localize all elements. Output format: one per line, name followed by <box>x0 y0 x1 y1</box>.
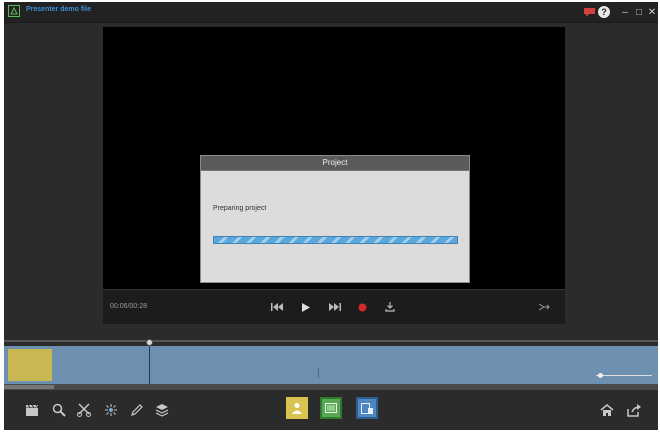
presenter-mode-button[interactable] <box>286 397 308 419</box>
progress-bar <box>213 236 458 244</box>
bottom-toolbar <box>4 390 658 430</box>
download-icon[interactable] <box>384 301 396 313</box>
dialog-message: Preparing project <box>213 205 267 212</box>
skip-back-button[interactable] <box>271 301 283 313</box>
timeline-zoom-slider[interactable] <box>596 375 652 376</box>
help-button[interactable]: ? <box>598 6 610 18</box>
title-bar: Presenter demo file ? – □ ✕ <box>4 2 658 23</box>
time-display: 00:06/00:28 <box>110 303 147 310</box>
detach-icon[interactable] <box>538 301 550 313</box>
scrollbar-thumb[interactable] <box>4 385 54 389</box>
pen-icon[interactable] <box>129 402 145 418</box>
playback-controls: 00:06/00:28 <box>103 289 565 324</box>
presenter-icon <box>292 403 302 414</box>
record-button[interactable] <box>356 301 368 313</box>
app-window: Presenter demo file ? – □ ✕ 00:06/00:28 <box>4 2 658 430</box>
play-button[interactable] <box>300 301 312 313</box>
close-button[interactable]: ✕ <box>647 5 657 19</box>
timeline-track[interactable] <box>4 339 658 384</box>
progress-bar-fill <box>214 237 457 243</box>
clapperboard-icon[interactable] <box>24 402 40 418</box>
timeline-clip[interactable] <box>8 349 52 381</box>
app-logo-icon <box>8 5 20 17</box>
screen-icon <box>325 403 337 413</box>
playhead[interactable] <box>149 342 150 384</box>
presenter-screen-mode-button[interactable] <box>356 397 378 419</box>
feedback-icon[interactable] <box>582 5 596 19</box>
window-title: Presenter demo file <box>26 6 91 13</box>
spotlight-icon[interactable] <box>103 402 119 418</box>
zoom-icon[interactable] <box>51 402 67 418</box>
timeline-divider <box>4 340 658 342</box>
timeline-marker <box>318 368 319 378</box>
playhead-handle[interactable] <box>146 339 153 346</box>
screen-mode-button[interactable] <box>320 397 342 419</box>
cut-icon[interactable] <box>76 402 92 418</box>
presenter-screen-icon <box>361 402 373 414</box>
project-dialog: Project Preparing project <box>200 155 470 283</box>
dialog-title: Project <box>201 156 469 171</box>
maximize-button[interactable]: □ <box>634 5 644 19</box>
export-icon[interactable] <box>626 402 642 418</box>
layers-icon[interactable] <box>154 402 170 418</box>
skip-forward-button[interactable] <box>329 301 341 313</box>
minimize-button[interactable]: – <box>620 5 630 19</box>
home-icon[interactable] <box>599 402 615 418</box>
timeline-zoom-handle[interactable] <box>598 373 603 378</box>
